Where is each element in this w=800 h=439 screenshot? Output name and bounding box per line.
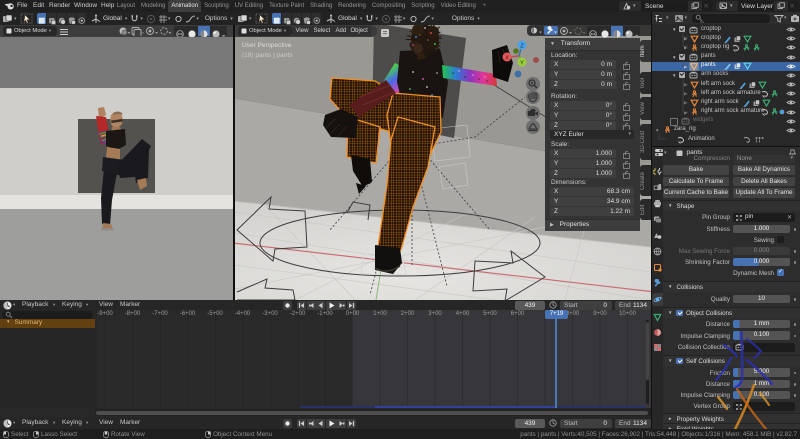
svg-text:Y: Y [520,61,524,67]
svg-text:X: X [505,56,509,62]
svg-text:(19) pants | pants: (19) pants | pants [242,52,293,59]
svg-text:User Perspective: User Perspective [242,42,292,49]
